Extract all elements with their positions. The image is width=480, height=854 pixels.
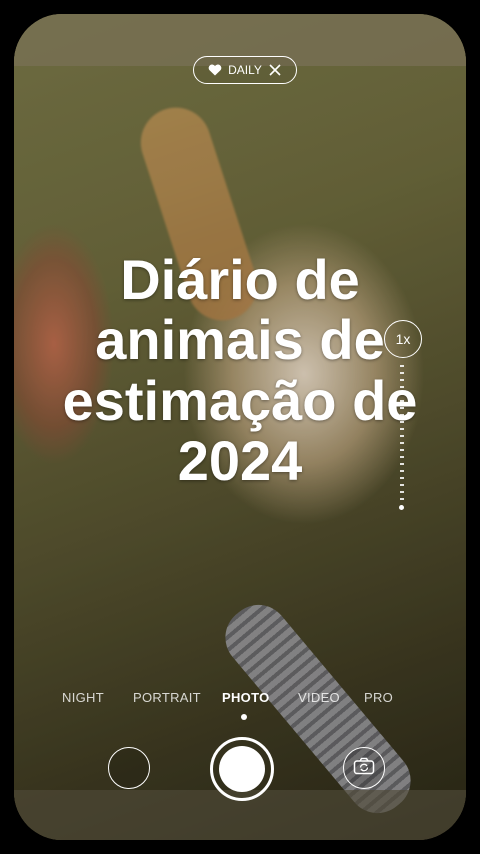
mode-video[interactable]: VIDEO <box>298 690 340 705</box>
zoom-label: 1x <box>395 331 411 347</box>
mode-photo[interactable]: PHOTO <box>222 690 270 705</box>
zoom-slider-handle[interactable] <box>399 505 404 510</box>
camera-flip-button[interactable] <box>343 747 385 789</box>
daily-label: DAILY <box>228 63 262 77</box>
active-mode-indicator <box>241 714 247 720</box>
shutter-button[interactable] <box>219 746 265 792</box>
zoom-slider[interactable] <box>400 365 404 505</box>
daily-badge[interactable]: DAILY <box>193 56 297 84</box>
gallery-thumbnail-button[interactable] <box>108 747 150 789</box>
mode-night[interactable]: NIGHT <box>62 690 104 705</box>
mode-portrait[interactable]: PORTRAIT <box>133 690 201 705</box>
overlay-title: Diário de animais de estimação de 2024 <box>30 248 450 493</box>
heart-icon <box>208 64 222 76</box>
camera-flip-icon <box>353 757 375 780</box>
zoom-button[interactable]: 1x <box>384 320 422 358</box>
title-line-1: Diário de <box>120 248 360 311</box>
title-line-4: 2024 <box>177 429 303 493</box>
close-icon[interactable] <box>268 63 282 77</box>
mode-pro[interactable]: PRO <box>364 690 393 705</box>
title-line-3: estimação de <box>62 368 418 432</box>
